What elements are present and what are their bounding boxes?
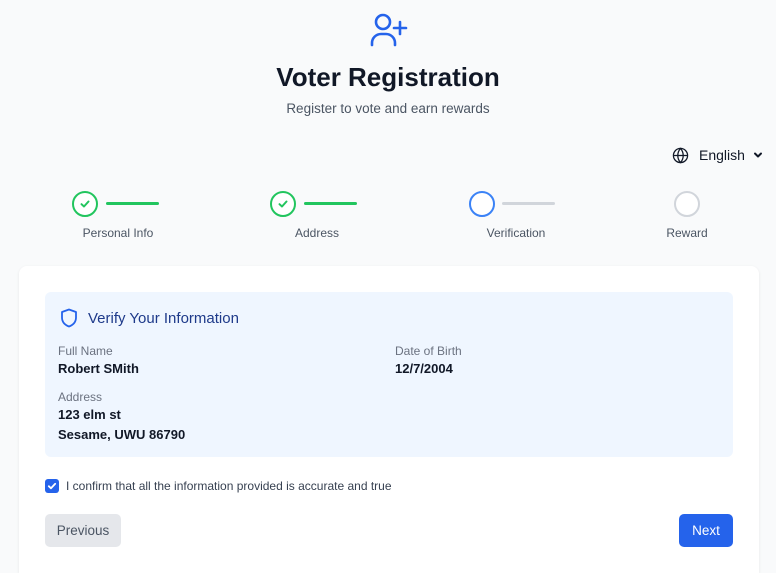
address-label: Address (58, 390, 103, 404)
shield-icon (61, 308, 77, 328)
step-complete-indicator (72, 191, 98, 217)
step-label: Verification (486, 226, 546, 240)
verify-title: Verify Your Information (88, 309, 239, 327)
page-title: Voter Registration (276, 62, 500, 92)
check-icon (278, 200, 288, 208)
previous-button[interactable]: Previous (45, 514, 121, 547)
step-connector (502, 202, 555, 205)
step-current-indicator (469, 191, 495, 217)
step-label: Personal Info (82, 226, 154, 240)
confirm-checkbox[interactable] (45, 479, 59, 493)
step-upcoming-indicator (674, 191, 700, 217)
step-label: Address (294, 226, 340, 240)
check-icon (80, 200, 90, 208)
globe-icon (672, 146, 689, 164)
page-subtitle: Register to vote and earn rewards (286, 101, 490, 116)
confirm-label[interactable]: I confirm that all the information provi… (66, 479, 392, 493)
step-complete-indicator (270, 191, 296, 217)
dob-value: 12/7/2004 (395, 361, 453, 376)
user-plus-icon (370, 13, 408, 47)
confirm-row: I confirm that all the information provi… (45, 479, 392, 493)
dob-label: Date of Birth (395, 344, 462, 358)
full-name-value: Robert SMith (58, 361, 139, 376)
verification-card: Verify Your Information Full Name Robert… (19, 266, 759, 573)
step-label: Reward (666, 226, 708, 240)
step-connector (304, 202, 357, 205)
chevron-down-icon (753, 152, 762, 158)
check-icon (47, 482, 57, 490)
address-line1: 123 elm st (58, 407, 121, 422)
language-label: English (699, 147, 745, 163)
address-line2: Sesame, UWU 86790 (58, 427, 186, 442)
progress-stepper: Personal Info Address Verification Rewar… (0, 188, 776, 244)
verify-heading: Verify Your Information (60, 308, 239, 328)
registration-page: Voter Registration Register to vote and … (0, 0, 776, 573)
next-button[interactable]: Next (679, 514, 733, 547)
full-name-label: Full Name (58, 344, 113, 358)
language-selector[interactable]: English (672, 145, 763, 165)
verify-info-panel: Verify Your Information Full Name Robert… (45, 292, 733, 457)
step-connector (106, 202, 159, 205)
